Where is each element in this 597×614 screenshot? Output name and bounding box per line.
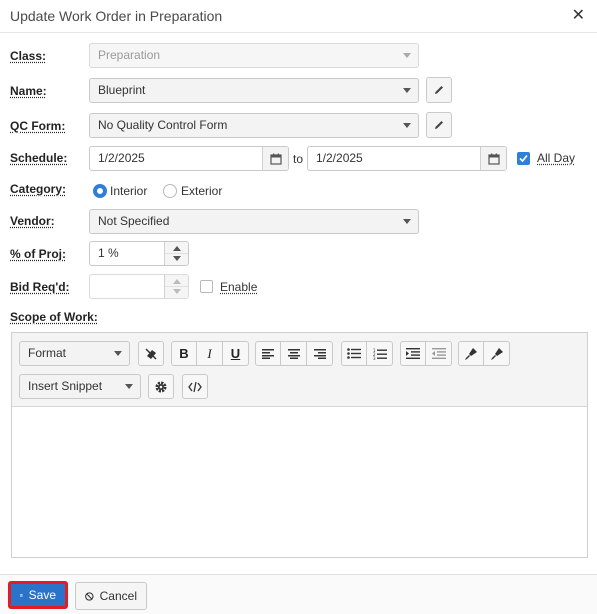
- clear-formatting-button[interactable]: [138, 341, 164, 366]
- numbered-list-button[interactable]: 123: [367, 341, 393, 366]
- underline-button[interactable]: U: [223, 341, 249, 366]
- save-label: Save: [28, 588, 56, 602]
- enable-checkbox[interactable]: [200, 280, 213, 293]
- italic-button[interactable]: I: [197, 341, 223, 366]
- calendar-icon[interactable]: [480, 147, 506, 170]
- schedule-end-value: 1/2/2025: [316, 151, 363, 165]
- bullet-list-icon: [347, 348, 361, 359]
- schedule-label: Schedule:: [10, 151, 68, 165]
- cancel-icon: [85, 591, 94, 601]
- rich-text-editor: Format B I U 123 Insert Snippet: [11, 332, 588, 558]
- close-icon[interactable]: ✕: [572, 6, 585, 26]
- align-left-icon: [262, 348, 274, 359]
- qc-form-value: No Quality Control Form: [98, 118, 228, 132]
- format-label: Format: [28, 346, 67, 360]
- name-value: Blueprint: [98, 83, 146, 97]
- vendor-select[interactable]: Not Specified: [89, 209, 419, 234]
- class-label: Class:: [10, 49, 47, 63]
- align-right-button[interactable]: [307, 341, 333, 366]
- radio-interior[interactable]: [93, 184, 107, 198]
- format-painter-button[interactable]: [458, 341, 484, 366]
- align-center-icon: [287, 348, 300, 359]
- bid-label: Bid Req'd:: [10, 280, 70, 294]
- indent-button[interactable]: [400, 341, 426, 366]
- percent-input[interactable]: 1 %: [89, 241, 189, 266]
- class-value: Preparation: [98, 48, 161, 62]
- percent-label: % of Proj:: [10, 247, 66, 261]
- insert-snippet-select[interactable]: Insert Snippet: [19, 374, 141, 399]
- dialog-title: Update Work Order in Preparation: [10, 8, 223, 24]
- floppy-disk-icon: [20, 593, 23, 597]
- schedule-end-input[interactable]: 1/2/2025: [307, 146, 507, 171]
- checkmark-icon: [519, 154, 528, 163]
- arrow-up-icon: [173, 279, 181, 284]
- bid-input: [89, 274, 189, 299]
- schedule-start-value: 1/2/2025: [98, 151, 145, 165]
- align-left-button[interactable]: [255, 341, 281, 366]
- class-select: Preparation: [89, 43, 419, 68]
- all-day-checkbox[interactable]: [517, 152, 530, 165]
- svg-text:3: 3: [373, 355, 376, 359]
- eraser-icon: [145, 347, 157, 360]
- edit-name-button[interactable]: [426, 77, 452, 103]
- editor-toolbar: Format B I U 123 Insert Snippet: [12, 333, 587, 407]
- code-icon: [188, 381, 202, 392]
- name-select[interactable]: Blueprint: [89, 78, 419, 103]
- bullet-list-button[interactable]: [341, 341, 367, 366]
- percent-stepper[interactable]: [164, 242, 188, 265]
- paintbrush-icon: [490, 347, 503, 360]
- settings-button[interactable]: [148, 374, 174, 399]
- chevron-down-icon: [403, 53, 411, 58]
- pencil-icon: [435, 86, 443, 94]
- outdent-button[interactable]: [426, 341, 452, 366]
- format-select[interactable]: Format: [19, 341, 130, 366]
- category-label: Category:: [10, 182, 67, 196]
- save-button[interactable]: Save: [8, 581, 68, 609]
- radio-interior-label[interactable]: Interior: [110, 184, 147, 198]
- enable-label[interactable]: Enable: [220, 280, 257, 294]
- vendor-value: Not Specified: [98, 214, 170, 228]
- arrow-up-icon[interactable]: [173, 246, 181, 251]
- indent-icon: [406, 348, 420, 359]
- chevron-down-icon: [403, 123, 411, 128]
- dialog-titlebar: Update Work Order in Preparation ✕: [0, 0, 597, 33]
- align-right-icon: [313, 348, 326, 359]
- radio-exterior-label[interactable]: Exterior: [181, 184, 222, 198]
- arrow-down-icon[interactable]: [173, 256, 181, 261]
- vendor-label: Vendor:: [10, 214, 55, 228]
- clean-formatting-button[interactable]: [484, 341, 510, 366]
- insert-snippet-label: Insert Snippet: [28, 379, 103, 393]
- chevron-down-icon: [125, 384, 133, 389]
- edit-qc-form-button[interactable]: [426, 112, 452, 138]
- chevron-down-icon: [403, 219, 411, 224]
- pencil-icon: [435, 121, 443, 129]
- chevron-down-icon: [403, 88, 411, 93]
- schedule-start-input[interactable]: 1/2/2025: [89, 146, 289, 171]
- qc-form-select[interactable]: No Quality Control Form: [89, 113, 419, 138]
- name-label: Name:: [10, 84, 47, 98]
- chevron-down-icon: [114, 351, 122, 356]
- outdent-icon: [431, 348, 446, 359]
- numbered-list-icon: 123: [373, 348, 387, 360]
- scope-label: Scope of Work:: [10, 310, 98, 324]
- all-day-label[interactable]: All Day: [537, 151, 575, 165]
- calendar-icon[interactable]: [262, 147, 288, 170]
- bold-button[interactable]: B: [171, 341, 197, 366]
- bid-stepper: [164, 275, 188, 298]
- schedule-to-label: to: [293, 152, 304, 166]
- qc-form-label: QC Form:: [10, 119, 66, 133]
- view-html-button[interactable]: [182, 374, 208, 399]
- arrow-down-icon: [173, 289, 181, 294]
- cancel-button[interactable]: Cancel: [75, 582, 147, 610]
- align-center-button[interactable]: [281, 341, 307, 366]
- gear-icon: [155, 381, 167, 392]
- editor-content-area[interactable]: [12, 408, 587, 557]
- percent-value: 1 %: [98, 246, 119, 260]
- paintbrush-icon: [465, 347, 477, 360]
- radio-exterior[interactable]: [163, 184, 177, 198]
- cancel-label: Cancel: [99, 589, 137, 603]
